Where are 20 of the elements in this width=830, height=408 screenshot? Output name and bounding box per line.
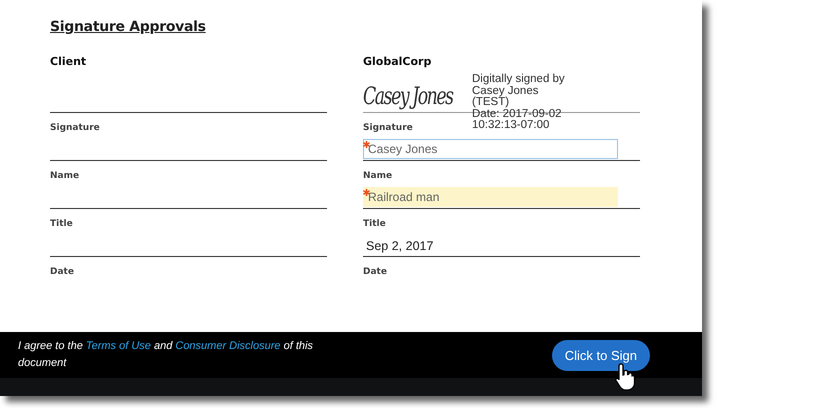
column-heading: Client xyxy=(50,55,88,70)
agreement-text: I agree to the Terms of Use and Consumer Disclosure of this document xyxy=(18,339,314,371)
signature-image: Casey Jones xyxy=(363,84,453,108)
link[interactable]: Terms of Use xyxy=(86,340,151,352)
column-heading: GlobalCorp xyxy=(363,55,432,70)
sign-button[interactable]: Click to Sign xyxy=(552,340,650,370)
link[interactable]: Consumer Disclosure xyxy=(175,340,281,352)
input-field[interactable]: Railroad man xyxy=(363,187,618,207)
field-label: Date xyxy=(363,267,387,277)
field-label: Name xyxy=(50,171,80,181)
field-label: Title xyxy=(50,219,73,229)
input-field[interactable]: Casey Jones xyxy=(363,139,618,159)
date-value: Sep 2, 2017 xyxy=(366,239,434,253)
field-label: Date xyxy=(50,267,74,277)
field-label: Title xyxy=(363,219,386,229)
field-label: Signature xyxy=(363,123,413,133)
field-label: Signature xyxy=(50,123,100,133)
digital-signature-text: Digitally signed by Casey Jones (TEST) Date: 2017-09-02 10:32:13-07:00 xyxy=(472,74,565,132)
section-title: Signature Approvals xyxy=(50,19,206,35)
field-label: Name xyxy=(363,171,392,181)
